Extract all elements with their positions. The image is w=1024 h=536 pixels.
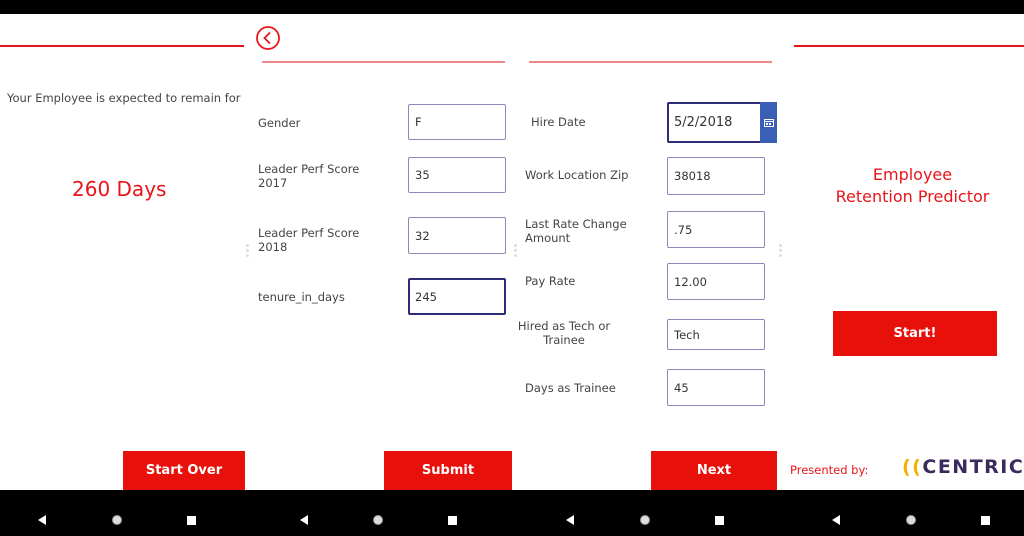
app-title-line2: Retention Predictor [835, 187, 990, 206]
leader-perf-2017-input[interactable]: 35 [408, 157, 506, 193]
home-circle-icon[interactable] [640, 515, 650, 525]
leader-perf-2018-label: Leader Perf Score 2018 [258, 226, 360, 254]
logo-text: CENTRIC [922, 456, 1024, 478]
pay-rate-label: Pay Rate [525, 274, 576, 288]
date-picker-button[interactable] [760, 102, 777, 143]
last-rate-change-label: Last Rate Change Amount [525, 217, 627, 245]
app-title-line1: Employee [872, 165, 953, 184]
leader-perf-2018-input[interactable]: 32 [408, 217, 506, 254]
drag-handle[interactable] [779, 244, 782, 259]
back-triangle-icon[interactable] [38, 515, 46, 525]
android-nav-bar [0, 490, 1024, 536]
form2-divider [529, 61, 772, 63]
chevron-left-circle-icon [256, 26, 280, 50]
gender-label: Gender [258, 116, 301, 130]
hire-date-input[interactable]: 5/2/2018 [667, 102, 762, 143]
back-triangle-icon[interactable] [566, 515, 574, 525]
drag-handle[interactable] [514, 244, 517, 259]
hire-date-label: Hire Date [531, 115, 586, 129]
recents-square-icon[interactable] [715, 516, 724, 525]
start-button[interactable]: Start! [833, 311, 997, 356]
start-over-button[interactable]: Start Over [123, 451, 245, 490]
tenure-label: tenure_in_days [258, 290, 345, 304]
gender-input[interactable]: F [408, 104, 506, 140]
recents-square-icon[interactable] [981, 516, 990, 525]
leader-perf-2017-label: Leader Perf Score 2017 [258, 162, 360, 190]
header-divider [0, 45, 244, 47]
home-circle-icon[interactable] [112, 515, 122, 525]
centric-logo: ((CENTRIC) [902, 456, 1024, 478]
app-title: Employee Retention Predictor [795, 164, 1024, 208]
back-button[interactable] [255, 25, 281, 51]
work-zip-label: Work Location Zip [525, 168, 629, 182]
hired-as-input[interactable]: Tech [667, 319, 765, 350]
days-trainee-label: Days as Trainee [525, 381, 616, 395]
hired-as-label: Hired as Tech or Trainee [517, 319, 611, 347]
recents-square-icon[interactable] [448, 516, 457, 525]
work-zip-input[interactable]: 38018 [667, 157, 765, 195]
logo-brackets: (( [902, 456, 923, 478]
submit-button[interactable]: Submit [384, 451, 512, 490]
days-trainee-input[interactable]: 45 [667, 369, 765, 406]
back-triangle-icon[interactable] [300, 515, 308, 525]
form1-divider [262, 61, 505, 63]
next-button[interactable]: Next [651, 451, 777, 490]
back-triangle-icon[interactable] [832, 515, 840, 525]
home-circle-icon[interactable] [373, 515, 383, 525]
tenure-input[interactable]: 245 [408, 278, 506, 315]
result-days-text: 260 Days [72, 177, 167, 201]
pay-rate-input[interactable]: 12.00 [667, 263, 765, 300]
home-circle-icon[interactable] [906, 515, 916, 525]
last-rate-change-input[interactable]: .75 [667, 211, 765, 248]
start-divider [794, 45, 1024, 47]
presented-by-text: Presented by: [790, 463, 869, 477]
calendar-icon [763, 118, 774, 127]
drag-handle[interactable] [246, 244, 249, 259]
status-bar [0, 0, 1024, 14]
result-intro-text: Your Employee is expected to remain for [7, 91, 241, 105]
recents-square-icon[interactable] [187, 516, 196, 525]
